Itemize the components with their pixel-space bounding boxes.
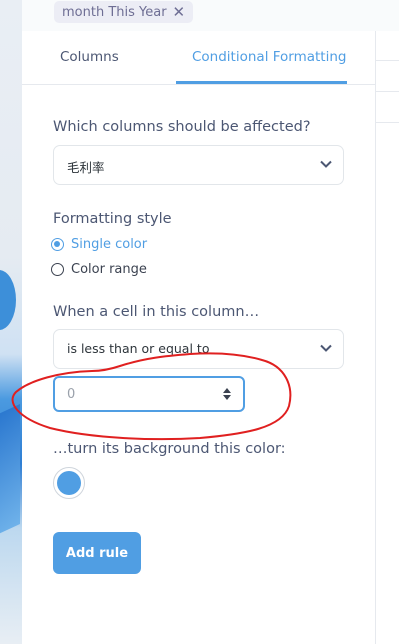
value-input-placeholder: 0 <box>67 387 76 402</box>
wallpaper-shape <box>0 403 20 537</box>
radio-button[interactable] <box>51 263 64 276</box>
chevron-down-icon <box>320 160 332 168</box>
filter-chip[interactable]: month This Year ✕ <box>54 1 194 23</box>
formatting-style-heading: Formatting style <box>53 211 172 227</box>
row-divider <box>376 122 399 123</box>
tab-conditional-formatting[interactable]: Conditional Formatting <box>192 49 346 65</box>
settings-panel: Columns Conditional Formatting Which col… <box>22 31 376 644</box>
table-edge <box>376 31 399 644</box>
chevron-down-icon <box>320 344 332 352</box>
columns-heading: Which columns should be affected? <box>53 119 311 135</box>
radio-single-color[interactable]: Single color <box>51 237 147 252</box>
close-icon[interactable]: ✕ <box>173 4 186 20</box>
radio-color-range[interactable]: Color range <box>51 262 147 277</box>
value-input[interactable]: 0 <box>53 376 245 412</box>
desktop-background <box>0 0 22 644</box>
wallpaper-shape <box>0 270 16 330</box>
tab-columns[interactable]: Columns <box>60 49 119 65</box>
column-select[interactable]: 毛利率 <box>53 145 344 185</box>
active-tab-indicator <box>176 81 347 84</box>
color-picker-swatch[interactable] <box>53 467 85 499</box>
radio-label: Single color <box>71 237 148 252</box>
spinner-arrows-icon[interactable] <box>221 386 233 402</box>
operator-select-value: is less than or equal to <box>67 341 210 356</box>
operator-select[interactable]: is less than or equal to <box>53 329 344 369</box>
filter-bar: month This Year ✕ <box>22 0 399 31</box>
radio-label: Color range <box>71 262 147 277</box>
background-color-heading: …turn its background this color: <box>53 441 286 457</box>
radio-button-selected[interactable] <box>51 238 64 251</box>
tab-bar: Columns Conditional Formatting <box>22 31 375 85</box>
row-divider <box>376 60 399 61</box>
column-select-value: 毛利率 <box>67 160 105 175</box>
add-rule-button[interactable]: Add rule <box>53 532 141 574</box>
row-divider <box>376 91 399 92</box>
condition-heading: When a cell in this column… <box>53 304 260 320</box>
color-swatch-fill <box>57 471 81 495</box>
filter-chip-label: month This Year <box>62 4 167 20</box>
